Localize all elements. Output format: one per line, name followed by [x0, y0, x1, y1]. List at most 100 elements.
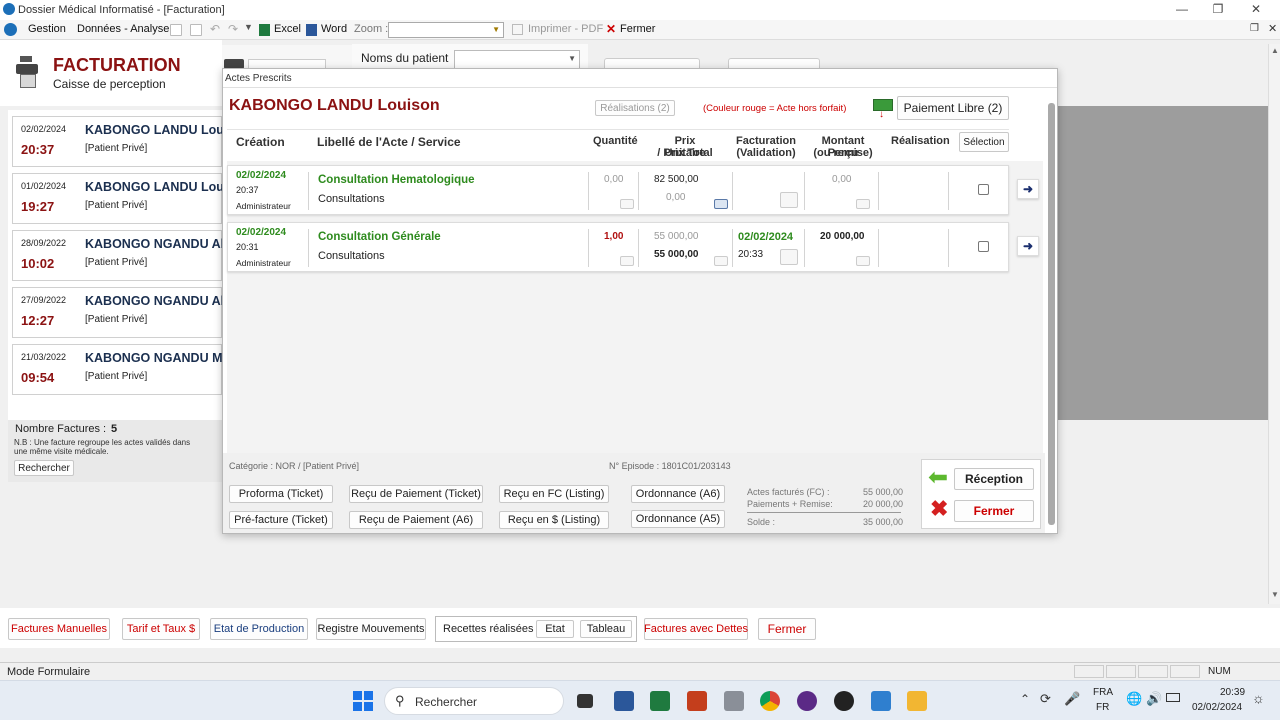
- keyboard-layout[interactable]: FR: [1096, 702, 1109, 713]
- word-icon: [306, 24, 317, 36]
- recettes-etat-button[interactable]: Etat: [536, 620, 574, 638]
- invoice-patient-type: [Patient Privé]: [85, 200, 148, 211]
- paiement-libre-button[interactable]: Paiement Libre (2): [897, 96, 1009, 120]
- recu-paiement-ticket-button[interactable]: Reçu de Paiement (Ticket): [349, 485, 483, 503]
- menu-donnees-analyse[interactable]: Données - Analyse: [77, 23, 169, 35]
- montant-toggle[interactable]: [856, 199, 870, 209]
- speaker-icon[interactable]: 🔊: [1146, 691, 1162, 707]
- task-view-icon[interactable]: [577, 694, 593, 708]
- montant-toggle[interactable]: [856, 256, 870, 266]
- invoice-card[interactable]: 28/09/2022 10:02 KABONGO NGANDU Alain [P…: [12, 230, 223, 281]
- invoice-time: 19:27: [21, 199, 55, 214]
- vertical-scrollbar[interactable]: ▲ ▼: [1268, 44, 1280, 604]
- menu-excel[interactable]: Excel: [274, 23, 301, 35]
- search-button[interactable]: Rechercher: [14, 460, 74, 476]
- invoice-card[interactable]: 27/09/2022 12:27 KABONGO NGANDU Alain [P…: [12, 287, 223, 338]
- recu-usd-listing-button[interactable]: Reçu en $ (Listing): [499, 511, 609, 529]
- actes-factures-label: Actes facturés (FC) :: [747, 487, 830, 497]
- recu-fc-listing-button[interactable]: Reçu en FC (Listing): [499, 485, 609, 503]
- clock-date[interactable]: 02/02/2024: [1192, 702, 1242, 713]
- language-code[interactable]: FRA: [1093, 687, 1113, 698]
- notifications-icon[interactable]: ☼: [1252, 690, 1265, 706]
- reception-button[interactable]: Réception: [954, 468, 1034, 490]
- ordonnance-a6-button[interactable]: Ordonnance (A6): [631, 485, 725, 503]
- clock-time[interactable]: 20:39: [1220, 687, 1245, 698]
- act-time: 20:31: [236, 242, 259, 252]
- etat-production-button[interactable]: Etat de Production: [210, 618, 308, 640]
- globe-icon[interactable]: 🌐: [1126, 691, 1142, 707]
- recettes-label: Recettes réalisées :: [443, 623, 540, 635]
- bottom-toolbar: Factures Manuelles Tarif et Taux $ Etat …: [0, 608, 1280, 648]
- copy-icon[interactable]: [170, 24, 182, 36]
- scroll-up-icon[interactable]: ▲: [1271, 46, 1279, 55]
- battery-icon[interactable]: [1166, 693, 1180, 702]
- factures-manuelles-button[interactable]: Factures Manuelles: [8, 618, 110, 640]
- registre-mouvements-button[interactable]: Registre Mouvements: [316, 618, 426, 640]
- microphone-icon[interactable]: 🎤: [1064, 691, 1080, 707]
- menu-imprimer-pdf[interactable]: Imprimer - PDF: [528, 23, 603, 35]
- minimize-icon[interactable]: —: [1164, 2, 1200, 18]
- prefacture-ticket-button[interactable]: Pré-facture (Ticket): [229, 511, 333, 529]
- price-toggle[interactable]: [714, 199, 728, 209]
- windows-start-icon[interactable]: [353, 691, 373, 711]
- scroll-down-icon[interactable]: ▼: [1271, 590, 1279, 599]
- chrome-app-icon[interactable]: [760, 691, 780, 711]
- select-checkbox[interactable]: [978, 241, 989, 252]
- select-checkbox[interactable]: [978, 184, 989, 195]
- arrow-right-icon[interactable]: ➜: [1017, 236, 1039, 256]
- close-icon[interactable]: ✕: [1238, 2, 1274, 18]
- price-toggle[interactable]: [714, 256, 728, 266]
- restore-icon[interactable]: ❐: [1250, 23, 1259, 34]
- media-app-icon[interactable]: [797, 691, 817, 711]
- menu-fermer[interactable]: Fermer: [620, 23, 655, 35]
- selection-button[interactable]: Sélection: [959, 132, 1009, 152]
- chevron-down-icon[interactable]: ▼: [244, 22, 253, 32]
- dialog-scrollbar[interactable]: [1048, 103, 1055, 525]
- paste-icon[interactable]: [190, 24, 202, 36]
- obs-app-icon[interactable]: [834, 691, 854, 711]
- facturation-toggle[interactable]: [780, 192, 798, 208]
- excel-icon: [259, 24, 270, 36]
- bottom-fermer-button[interactable]: Fermer: [758, 618, 816, 640]
- quantity-toggle[interactable]: [620, 199, 634, 209]
- fermer-button[interactable]: Fermer: [954, 500, 1034, 522]
- word-app-icon[interactable]: [614, 691, 634, 711]
- arrow-right-icon[interactable]: ➜: [1017, 179, 1039, 199]
- cash-register-icon: [12, 56, 42, 90]
- taskbar-search-label: Rechercher: [415, 695, 478, 709]
- menu-word[interactable]: Word: [321, 23, 347, 35]
- recu-paiement-a6-button[interactable]: Reçu de Paiement (A6): [349, 511, 483, 529]
- undo-icon[interactable]: ↶: [210, 22, 220, 36]
- act-row[interactable]: 02/02/2024 20:31 Administrateur Consulta…: [227, 222, 1009, 272]
- recettes-tableau-button[interactable]: Tableau: [580, 620, 632, 638]
- quantity-toggle[interactable]: [620, 256, 634, 266]
- app-menu-icon[interactable]: [4, 23, 17, 36]
- ordonnance-a5-button[interactable]: Ordonnance (A5): [631, 510, 725, 528]
- tarif-taux-button[interactable]: Tarif et Taux $: [122, 618, 200, 640]
- invoice-patient-name: KABONGO LANDU Louison: [85, 180, 223, 194]
- invoice-card[interactable]: 02/02/2024 20:37 KABONGO LANDU Louison […: [12, 116, 223, 167]
- tools-app-icon[interactable]: [724, 691, 744, 711]
- excel-app-icon[interactable]: [650, 691, 670, 711]
- maximize-icon[interactable]: ❐: [1200, 2, 1236, 18]
- chevron-up-icon[interactable]: ⌃: [1020, 692, 1030, 706]
- powerpoint-app-icon[interactable]: [687, 691, 707, 711]
- menu-gestion[interactable]: Gestion: [28, 23, 66, 35]
- proforma-ticket-button[interactable]: Proforma (Ticket): [229, 485, 333, 503]
- taskbar-search[interactable]: ⚲ Rechercher: [384, 687, 564, 715]
- redo-icon[interactable]: ↷: [228, 22, 238, 36]
- act-row[interactable]: 02/02/2024 20:37 Administrateur Consulta…: [227, 165, 1009, 215]
- zoom-select[interactable]: ▼: [388, 22, 504, 38]
- realisations-button[interactable]: Réalisations (2): [595, 100, 675, 116]
- title-bar: Dossier Médical Informatisé - [Facturati…: [0, 0, 1280, 20]
- file-explorer-icon[interactable]: [907, 691, 927, 711]
- patient-name-input[interactable]: ▼: [454, 50, 580, 69]
- dmi-app-icon[interactable]: [871, 691, 891, 711]
- sync-icon[interactable]: ⟳: [1040, 691, 1051, 707]
- act-category: Consultations: [318, 193, 385, 205]
- close-icon[interactable]: ✕: [1268, 22, 1277, 35]
- facturation-toggle[interactable]: [780, 249, 798, 265]
- invoice-card[interactable]: 01/02/2024 19:27 KABONGO LANDU Louison […: [12, 173, 223, 224]
- invoice-card[interactable]: 21/03/2022 09:54 KABONGO NGANDU Michel […: [12, 344, 223, 395]
- factures-dettes-button[interactable]: Factures avec Dettes: [644, 618, 748, 640]
